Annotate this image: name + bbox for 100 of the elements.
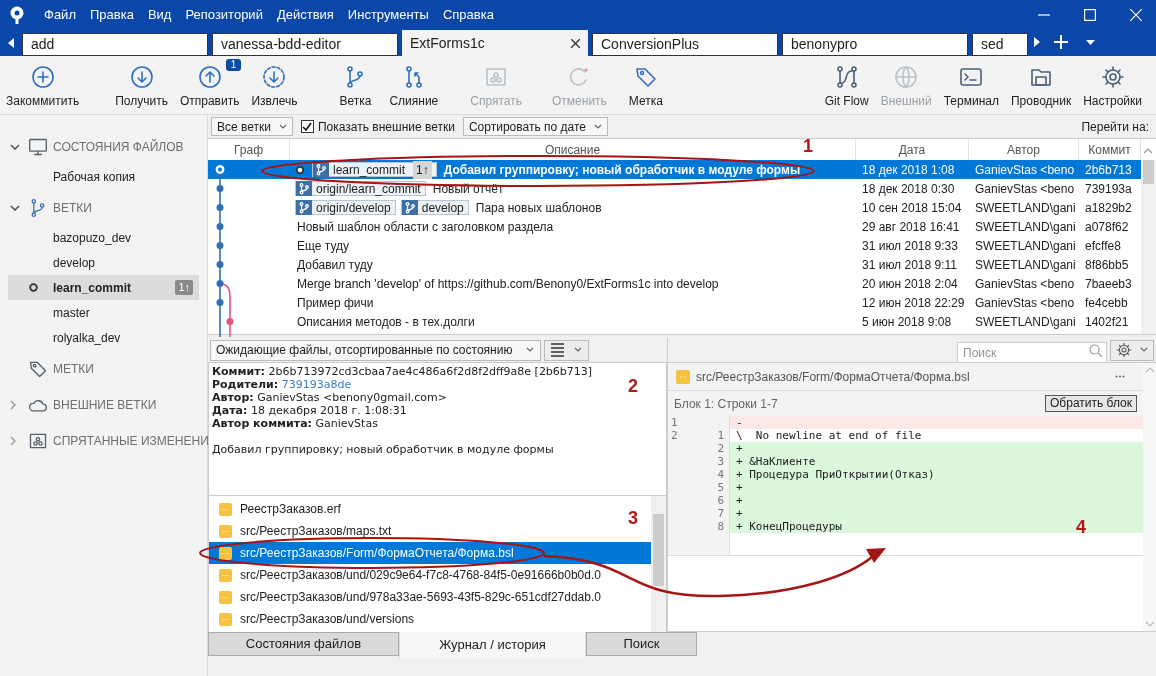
menu-item[interactable]: Репозиторий: [185, 5, 263, 25]
column-header[interactable]: Автор: [1007, 140, 1040, 159]
stash-box-icon: [28, 431, 48, 451]
chevron-right-icon[interactable]: [10, 436, 16, 446]
sidebar-item[interactable]: learn_commit 1↑: [8, 275, 199, 300]
add-tab-icon[interactable]: [1054, 35, 1068, 49]
commit-row[interactable]: Описания методов - в тех.долги 5 июн 2018 9:08 SWEETLAND\gani 1402f21: [208, 312, 1141, 331]
commit-row[interactable]: Добавил туду 31 июл 2018 9:11 SWEETLAND\gani 8f86bb5: [208, 255, 1141, 274]
chevron-right-icon[interactable]: [10, 400, 16, 410]
tag-icon: [28, 359, 48, 379]
commit-date: 31 июл 2018 9:11: [862, 257, 957, 272]
column-header[interactable]: Коммит: [1088, 140, 1131, 159]
close-icon[interactable]: [571, 38, 580, 48]
file-row[interactable]: src/РеестрЗаказов/und/978a33ae-5693-43f5-829c-651cdf27ddab.0: [217, 586, 603, 608]
view-tab[interactable]: Поиск: [586, 632, 697, 656]
sidebar-item[interactable]: Рабочая копия: [8, 164, 199, 189]
commit-author: SWEETLAND\gani: [975, 219, 1076, 234]
repository-tab[interactable]: ConversionPlus: [592, 33, 778, 56]
toolbar-button[interactable]: Извлечь: [247, 62, 302, 108]
toolbar-button[interactable]: Слияние: [385, 62, 443, 108]
maximize-icon[interactable]: [1084, 9, 1096, 21]
sidebar-item[interactable]: develop: [8, 250, 199, 275]
toolbar-button[interactable]: Настройки: [1079, 62, 1146, 108]
modified-file-icon: [219, 524, 232, 538]
repository-tab[interactable]: sed: [972, 33, 1028, 56]
scroll-left-icon[interactable]: [8, 38, 14, 48]
commit-row[interactable]: Merge branch 'develop' of https://github.com/Benony0/ExtForms1c into develop 20 июн 2018 2:04 GanievStas <beno 7baeeb3: [208, 274, 1141, 293]
view-tab[interactable]: Состояния файлов: [208, 632, 399, 656]
chevron-down-icon[interactable]: [10, 144, 20, 150]
dropdown[interactable]: Все ветки: [211, 117, 293, 136]
menu-item[interactable]: Вид: [147, 5, 172, 25]
hunk-header: Блок 1: Строки 1-7: [674, 395, 778, 413]
section-header[interactable]: МЕТКИ: [53, 360, 94, 378]
scrollbar[interactable]: [651, 496, 666, 632]
toolbar-button[interactable]: Метка: [624, 62, 667, 108]
commit-message: Новый шаблон области с заголовком раздела: [297, 218, 554, 236]
checkbox-label[interactable]: Показать внешние ветки: [318, 117, 455, 136]
menu-item[interactable]: Справка: [442, 5, 494, 25]
checkbox[interactable]: [301, 120, 314, 133]
sidebar-item[interactable]: bazopuzo_dev: [8, 225, 199, 250]
toolbar-button[interactable]: Git Flow: [820, 62, 873, 108]
column-header[interactable]: Граф: [233, 140, 263, 159]
branch-name: master: [53, 304, 90, 322]
file-row[interactable]: РеестрЗаказов.erf: [217, 498, 343, 520]
file-row[interactable]: src/РеестрЗаказов/und/029c9e64-f7c8-4768-84f5-0e91666b0b0d.0: [217, 564, 603, 586]
monitor-icon: [28, 137, 48, 157]
search-field[interactable]: Поиск: [957, 342, 1107, 363]
file-path: РеестрЗаказов.erf: [240, 501, 341, 518]
more-icon[interactable]: [1115, 375, 1125, 378]
menu-item[interactable]: Действия: [276, 5, 334, 25]
dropdown[interactable]: Сортировать по дате: [462, 117, 608, 136]
repository-tab[interactable]: benonypro: [782, 33, 968, 56]
file-path: src/РеестрЗаказов/Form/ФормаОтчета/Форма.bsl: [696, 368, 970, 386]
column-header[interactable]: Дата: [898, 140, 926, 159]
scrollbar[interactable]: [1141, 160, 1156, 334]
commit-row[interactable]: Еще туду 31 июл 2018 9:33 SWEETLAND\gani efcffe8: [208, 236, 1141, 255]
section-header[interactable]: ВЕТКИ: [53, 199, 92, 217]
repository-tab[interactable]: ExtForms1c: [402, 30, 588, 56]
chevron-down-icon[interactable]: [10, 205, 20, 211]
file-row[interactable]: src/РеестрЗаказов/und/versions: [217, 608, 417, 630]
toolbar-button[interactable]: Закоммитить: [2, 62, 84, 108]
menu-item[interactable]: Файл: [44, 5, 76, 25]
commit-hash: 7baeeb3: [1085, 276, 1132, 291]
branch-name: develop: [421, 199, 464, 217]
commit-row[interactable]: Пример фичи 12 июн 2018 22:29 GanievStas <beno fe4cebb: [208, 293, 1141, 312]
commit-row[interactable]: origin/develop develop Пара новых шаблонов 10 сен 2018 15:04 SWEETLAND\gani a1829b2: [208, 198, 1141, 217]
commit-author: GanievStas <beno: [975, 162, 1075, 177]
section-header[interactable]: ВНЕШНИЕ ВЕТКИ: [53, 396, 157, 414]
commit-date: 10 сен 2018 15:04: [862, 200, 962, 215]
file-row[interactable]: src/РеестрЗаказов/maps.txt: [217, 520, 394, 542]
menu-item[interactable]: Инструменты: [347, 5, 429, 25]
modified-file-icon: [676, 369, 690, 384]
section-header[interactable]: СПРЯТАННЫЕ ИЗМЕНЕНИ: [53, 432, 209, 450]
chevron-down-icon: [1140, 347, 1148, 353]
repository-tab[interactable]: add: [22, 33, 208, 56]
sidebar-item[interactable]: rolyalka_dev: [8, 325, 199, 350]
toolbar-button[interactable]: Проводник: [1006, 62, 1076, 108]
dropdown[interactable]: Ожидающие файлы, отсортированные по состоянию: [210, 339, 542, 361]
commit-date: 12 июн 2018 22:29: [862, 295, 965, 310]
menu-item[interactable]: Правка: [89, 5, 134, 25]
commit-row[interactable]: learn_commit 1↑ Добавил группировку; новый обработчик в модуле формы 18 дек 2018 1:08 GanievStas <beno 2b6b713: [208, 160, 1141, 179]
section-header[interactable]: СОСТОЯНИЯ ФАЙЛОВ: [53, 138, 184, 156]
upload-icon: [197, 64, 222, 89]
dropdown-icon[interactable]: [1086, 39, 1095, 45]
file-row[interactable]: src/РеестрЗаказов/Form/ФормаОтчета/Форма.bsl: [209, 542, 651, 564]
column-header[interactable]: Описание: [544, 140, 601, 159]
reverse-hunk-button[interactable]: Обратить блок: [1045, 395, 1137, 412]
toolbar-button[interactable]: Ветка: [335, 62, 376, 108]
toolbar-button[interactable]: Терминал: [939, 62, 1003, 108]
toolbar-button[interactable]: Получить: [111, 62, 172, 108]
parent-link[interactable]: 739193a8de: [281, 378, 352, 391]
commit-row[interactable]: Новый шаблон области с заголовком раздела 29 авг 2018 16:41 SWEETLAND\gani a078f62: [208, 217, 1141, 236]
view-tab[interactable]: Журнал / история: [399, 632, 586, 658]
sidebar-item[interactable]: master: [8, 300, 199, 325]
annotation-number: 3: [628, 507, 638, 530]
repository-tab[interactable]: vanessa-bdd-editor: [212, 33, 398, 56]
settings-dropdown[interactable]: [1110, 339, 1154, 361]
view-mode-button[interactable]: [544, 339, 590, 361]
scroll-up-icon[interactable]: [1143, 148, 1153, 154]
scroll-right-icon[interactable]: [1034, 37, 1040, 47]
